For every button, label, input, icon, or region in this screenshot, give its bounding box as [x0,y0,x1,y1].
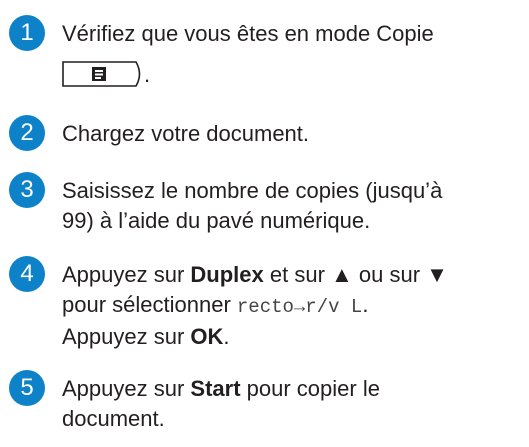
step-4-line-1-post: et sur ▲ ou sur ▼ [263,262,448,287]
step-5-line-2: document. [62,406,165,431]
step-4-line-2-pre: pour sélectionner [62,292,237,317]
step-number-5: 5 [9,370,45,406]
step-4-text: Appuyez sur Duplex et sur ▲ ou sur ▼ pou… [62,260,524,352]
step-5-line-1-post: pour copier le [240,376,380,401]
step-4-line-1-pre: Appuyez sur [62,262,191,287]
step-1-period: . [144,61,151,87]
step-number-4: 4 [9,256,45,292]
start-key-label: Start [190,376,241,401]
step-1-line-1: Vérifiez que vous êtes en mode Copie [62,21,434,46]
step-4-line-1: Appuyez sur Duplex et sur ▲ ou sur ▼ [62,260,524,290]
step-4-line-3-pre: Appuyez sur [62,324,191,349]
step-5-line-1-pre: Appuyez sur [62,376,191,401]
step-1-line-2: . [62,57,524,95]
lcd-option-text: recto→r/v L [236,296,363,318]
step-3-line-2: 99) à l’aide du pavé numérique. [62,208,371,233]
step-3-line-1: Saisissez le nombre de copies (jusqu’à [62,178,443,203]
step-4-line-2: pour sélectionner recto→r/v L. [62,290,524,322]
copy-mode-key-icon [62,61,144,95]
step-5-line-1: Appuyez sur Start pour copier le [62,374,524,404]
step-4-line-2-post: . [362,292,369,317]
step-5-text: Appuyez sur Start pour copier le documen… [62,374,524,434]
step-2-text: Chargez votre document. [62,119,524,149]
step-number-2: 2 [9,115,45,151]
ok-key-label: OK [190,324,224,349]
step-2-line-1: Chargez votre document. [62,121,310,146]
step-4-line-3: Appuyez sur OK. [62,322,524,352]
step-4-line-3-post: . [223,324,230,349]
step-3-text: Saisissez le nombre de copies (jusqu’à 9… [62,176,524,236]
step-1-text: Vérifiez que vous êtes en mode Copie . [62,19,524,95]
duplex-key-label: Duplex [190,262,264,287]
step-number-1: 1 [9,15,45,51]
step-number-3: 3 [9,172,45,208]
